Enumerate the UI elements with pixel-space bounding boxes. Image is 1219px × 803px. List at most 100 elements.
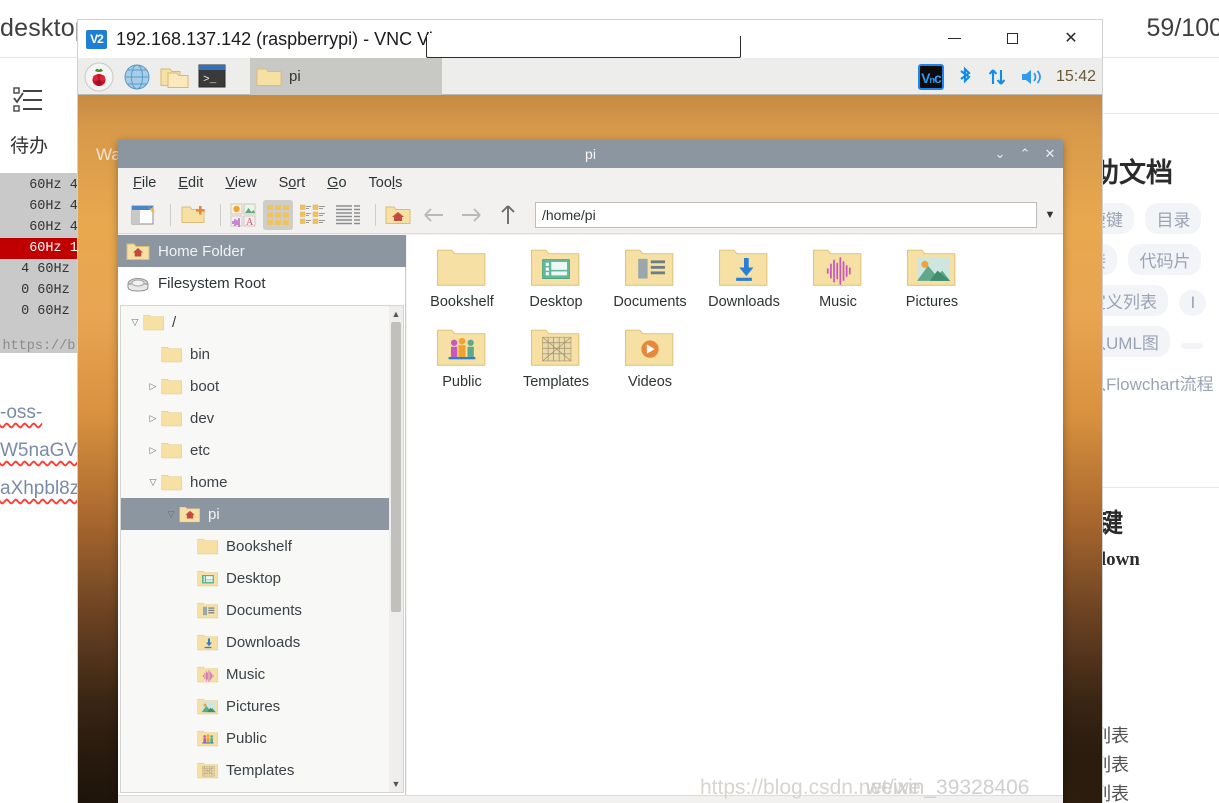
path-dropdown-icon[interactable]: ▼	[1037, 209, 1063, 221]
back-arrow-icon[interactable]	[418, 200, 450, 230]
tree-item-etc[interactable]: ▷ etc	[121, 434, 403, 466]
fm-maximize-button[interactable]: ⌃	[1018, 146, 1032, 162]
vnc-minimize-button[interactable]	[931, 20, 977, 58]
tree-item-documents[interactable]: Documents	[121, 594, 403, 626]
file-item-label: Documents	[613, 294, 687, 310]
taskbar-window-button-pi[interactable]: pi	[250, 58, 442, 95]
folder-icon	[436, 245, 488, 290]
help-doc-list-item[interactable]: 序列表	[1089, 751, 1219, 780]
compact-view-icon[interactable]	[298, 200, 328, 230]
help-chip[interactable]: 插入Flowchart流程	[1089, 367, 1219, 398]
tree-item-pictures[interactable]: Pictures	[121, 690, 403, 722]
file-item-desktop[interactable]: Desktop	[509, 241, 603, 321]
fm-minimize-button[interactable]: ⌄	[993, 146, 1007, 162]
help-doc-list-item[interactable]: 办列表	[1089, 780, 1219, 803]
web-browser-icon[interactable]	[123, 63, 151, 91]
file-item-pictures[interactable]: Pictures	[885, 241, 979, 321]
tree-item-bin[interactable]: bin	[121, 338, 403, 370]
tree-item-dev[interactable]: ▷ dev	[121, 402, 403, 434]
thumbnails-view-icon[interactable]: A	[228, 200, 258, 230]
forward-arrow-icon[interactable]	[455, 200, 487, 230]
help-doc-list-item[interactable]: 销	[1089, 577, 1219, 606]
tree-item-label: boot	[190, 377, 220, 395]
file-item-music[interactable]: Music	[791, 241, 885, 321]
terminal-icon[interactable]: >_	[198, 63, 226, 91]
detailed-list-view-icon[interactable]	[333, 200, 363, 230]
help-chip[interactable]: 目录	[1145, 203, 1202, 234]
volume-icon[interactable]	[1019, 65, 1045, 89]
help-chip[interactable]	[1181, 343, 1204, 349]
raspberry-menu-icon[interactable]	[84, 62, 114, 92]
chevron-down-icon[interactable]: ▽	[163, 509, 179, 520]
menu-view[interactable]: View	[225, 175, 256, 191]
tree-item-downloads[interactable]: Downloads	[121, 626, 403, 658]
file-item-templates[interactable]: Templates	[509, 321, 603, 401]
tree-item-label: Desktop	[226, 569, 282, 587]
file-manager-statusbar: 9 items (12 hidden) Free space: 7.5 GiB …	[118, 795, 1063, 803]
help-doc-list-item[interactable]: 体	[1089, 664, 1219, 693]
fm-close-button[interactable]: ✕	[1043, 146, 1057, 162]
vnc-maximize-button[interactable]	[989, 20, 1035, 58]
help-doc-list-item[interactable]: 做	[1089, 606, 1219, 635]
file-item-public[interactable]: Public	[415, 321, 509, 401]
chevron-down-icon[interactable]: ▽	[127, 317, 143, 328]
tree-item-root[interactable]: ▽ /	[121, 306, 403, 338]
tree-item-desktop[interactable]: Desktop	[121, 562, 403, 594]
place-filesystem-root[interactable]: Filesystem Root	[118, 267, 406, 299]
tree-item-pi[interactable]: ▽ pi	[121, 498, 403, 530]
menu-go[interactable]: Go	[327, 175, 346, 191]
file-item-bookshelf[interactable]: Bookshelf	[415, 241, 509, 321]
chevron-right-icon[interactable]: ▷	[145, 381, 161, 392]
vnc-server-tray-icon[interactable]: Vnc	[917, 63, 944, 90]
tree-item-home[interactable]: ▽ home	[121, 466, 403, 498]
tree-item-music[interactable]: Music	[121, 658, 403, 690]
menu-tools[interactable]: Tools	[369, 175, 403, 191]
file-list-view[interactable]: Bookshelf Desktop Documents Downloads Music P…	[407, 235, 1063, 795]
tree-item-public[interactable]: Public	[121, 722, 403, 754]
menu-sort[interactable]: Sort	[279, 175, 306, 191]
chevron-right-icon[interactable]: ▷	[145, 413, 161, 424]
file-manager-titlebar[interactable]: pi ⌄ ⌃ ✕	[118, 140, 1063, 168]
taskbar-clock[interactable]: 15:42	[1056, 68, 1096, 86]
file-manager-window-title: pi	[585, 146, 596, 162]
help-doc-list-item[interactable]: 组	[1089, 635, 1219, 664]
menu-edit[interactable]: Edit	[178, 175, 203, 191]
tree-item-label: Public	[226, 729, 267, 747]
tree-scrollbar[interactable]: ▲ ▼	[389, 306, 403, 792]
chevron-down-icon[interactable]: ▽	[145, 477, 161, 488]
scroll-up-arrow-icon[interactable]: ▲	[389, 306, 403, 322]
path-input[interactable]: /home/pi	[535, 202, 1037, 228]
help-chip[interactable]: I	[1179, 290, 1207, 316]
vnc-close-button[interactable]: ✕	[1048, 20, 1094, 58]
tree-item-label: Music	[226, 665, 266, 683]
new-folder-icon[interactable]	[178, 200, 208, 230]
tree-item-label: pi	[208, 505, 220, 523]
icon-view-icon[interactable]	[263, 200, 293, 230]
menu-file[interactable]: File	[133, 175, 156, 191]
place-home-folder[interactable]: Home Folder	[118, 235, 406, 267]
file-item-documents[interactable]: Documents	[603, 241, 697, 321]
network-updown-icon[interactable]	[986, 65, 1008, 89]
up-arrow-icon[interactable]	[492, 200, 524, 230]
tree-item-boot[interactable]: ▷ boot	[121, 370, 403, 402]
help-chip[interactable]: 代码片	[1128, 244, 1202, 275]
new-tab-icon[interactable]	[128, 200, 158, 230]
help-doc-list-item[interactable]: 序列表	[1089, 722, 1219, 751]
background-counter-text: 59/100	[1146, 14, 1219, 42]
tree-item-templates[interactable]: Templates	[121, 754, 403, 786]
help-doc-list-item[interactable]: 题	[1089, 693, 1219, 722]
scroll-down-arrow-icon[interactable]: ▼	[389, 776, 403, 792]
file-manager-toolbar: A /home/pi ▼	[118, 197, 1063, 234]
file-manager-icon[interactable]	[160, 63, 189, 91]
tree-item-bookshelf[interactable]: Bookshelf	[121, 530, 403, 562]
home-folder-icon	[126, 243, 150, 260]
templates-folder-icon	[197, 761, 219, 780]
bluetooth-icon[interactable]	[955, 65, 975, 89]
scrollbar-thumb[interactable]	[391, 322, 401, 612]
documents-folder-icon	[197, 601, 219, 620]
home-icon[interactable]	[383, 200, 413, 230]
file-item-downloads[interactable]: Downloads	[697, 241, 791, 321]
chevron-right-icon[interactable]: ▷	[145, 445, 161, 456]
toolbar-separator	[375, 204, 376, 226]
file-item-videos[interactable]: Videos	[603, 321, 697, 401]
